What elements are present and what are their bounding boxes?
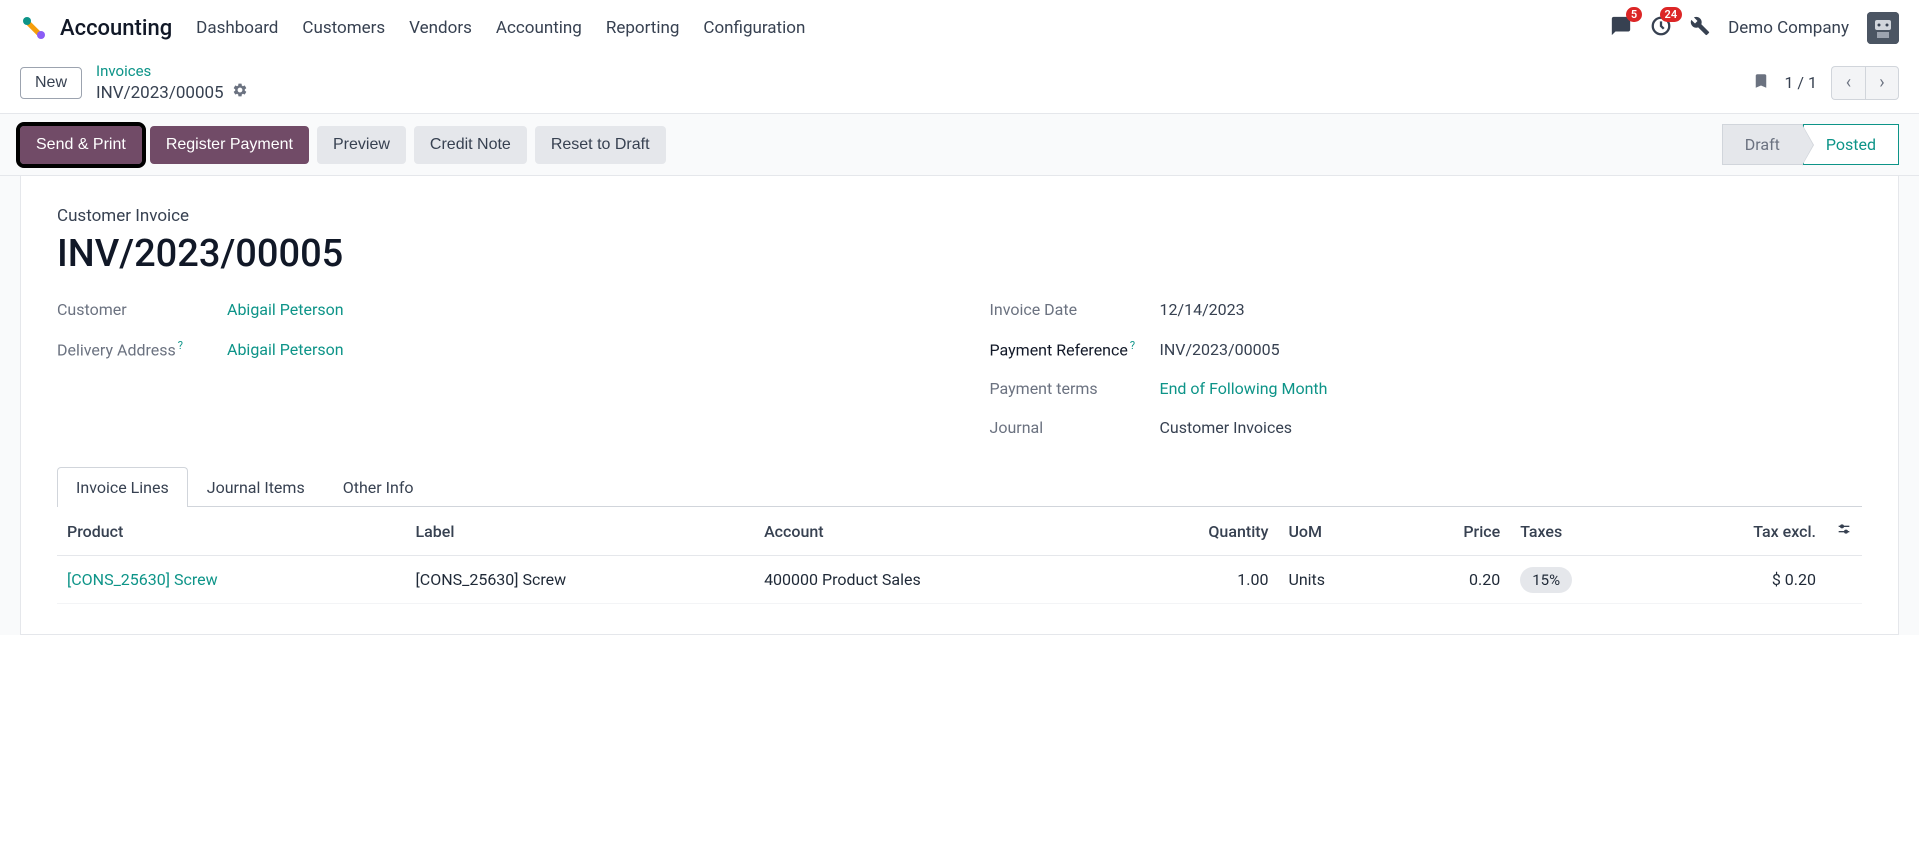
nav-links: Dashboard Customers Vendors Accounting R… [196,18,805,38]
pager-text: 1 / 1 [1784,73,1817,92]
payment-ref-label: Payment Reference? [990,339,1160,359]
nav-link-vendors[interactable]: Vendors [409,18,472,38]
app-logo[interactable] [20,14,48,42]
breadcrumb-current: INV/2023/00005 [96,82,248,103]
top-nav: Accounting Dashboard Customers Vendors A… [0,0,1919,56]
cell-price: 0.20 [1394,556,1510,604]
tab-other-info[interactable]: Other Info [324,467,433,507]
preview-button[interactable]: Preview [317,126,406,164]
user-avatar[interactable] [1867,12,1899,44]
action-bar: Send & Print Register Payment Preview Cr… [0,114,1919,176]
pager-next-button[interactable]: › [1865,66,1899,100]
invoice-date-value: 12/14/2023 [1160,300,1245,319]
payment-terms-label: Payment terms [990,379,1160,398]
document-title: INV/2023/00005 [57,232,1862,276]
customer-value[interactable]: Abigail Peterson [227,300,344,319]
nav-link-customers[interactable]: Customers [302,18,385,38]
invoice-lines-table: Product Label Account Quantity UoM Price… [57,507,1862,604]
messages-icon[interactable]: 5 [1610,15,1632,41]
help-icon[interactable]: ? [178,339,183,352]
payment-terms-value[interactable]: End of Following Month [1160,379,1328,398]
breadcrumb: Invoices INV/2023/00005 [96,62,248,103]
nav-link-dashboard[interactable]: Dashboard [196,18,278,38]
table-header-row: Product Label Account Quantity UoM Price… [57,507,1862,556]
breadcrumb-current-text: INV/2023/00005 [96,83,224,103]
nav-link-accounting[interactable]: Accounting [496,18,582,38]
form-grid: Customer Abigail Peterson Delivery Addre… [57,300,1862,437]
table-row[interactable]: [CONS_25630] Screw [CONS_25630] Screw 40… [57,556,1862,604]
breadcrumb-right: 1 / 1 ‹ › [1752,66,1899,100]
messages-badge: 5 [1626,7,1642,22]
nav-link-reporting[interactable]: Reporting [606,18,680,38]
tax-pill: 15% [1520,567,1572,593]
status-bar: Draft Posted [1722,124,1899,165]
tab-journal-items[interactable]: Journal Items [188,467,324,507]
bookmark-icon[interactable] [1752,70,1770,96]
app-name[interactable]: Accounting [60,16,172,41]
cell-uom: Units [1278,556,1394,604]
th-settings[interactable] [1826,507,1862,556]
pager-prev-button[interactable]: ‹ [1831,66,1865,100]
reset-draft-button[interactable]: Reset to Draft [535,126,666,164]
register-payment-button[interactable]: Register Payment [150,126,309,164]
gear-icon[interactable] [232,82,248,103]
payment-ref-value: INV/2023/00005 [1160,340,1280,359]
th-product: Product [57,507,406,556]
activities-badge: 24 [1660,7,1683,22]
cell-label: [CONS_25630] Screw [406,556,755,604]
journal-label: Journal [990,418,1160,437]
send-print-button[interactable]: Send & Print [20,126,142,164]
th-taxes: Taxes [1510,507,1657,556]
document-type: Customer Invoice [57,206,1862,226]
journal-value: Customer Invoices [1160,418,1293,437]
delivery-value[interactable]: Abigail Peterson [227,340,344,359]
form-sheet: Customer Invoice INV/2023/00005 Customer… [20,176,1899,635]
cell-product[interactable]: [CONS_25630] Screw [67,570,218,589]
status-draft[interactable]: Draft [1722,124,1803,165]
activities-icon[interactable]: 24 [1650,15,1672,41]
chevron-right-icon: › [1879,72,1884,93]
company-name[interactable]: Demo Company [1728,18,1849,38]
th-quantity: Quantity [1115,507,1278,556]
status-posted[interactable]: Posted [1803,124,1899,165]
chevron-left-icon: ‹ [1846,72,1851,93]
tab-invoice-lines[interactable]: Invoice Lines [57,467,188,507]
credit-note-button[interactable]: Credit Note [414,126,527,164]
content-wrap: Send & Print Register Payment Preview Cr… [0,113,1919,635]
tabs: Invoice Lines Journal Items Other Info [57,467,1862,507]
tools-icon[interactable] [1690,16,1710,40]
nav-right: 5 24 Demo Company [1610,12,1899,44]
th-uom: UoM [1278,507,1394,556]
delivery-label: Delivery Address? [57,339,227,359]
help-icon[interactable]: ? [1130,339,1135,352]
pager-buttons: ‹ › [1831,66,1899,100]
cell-taxes: 15% [1510,556,1657,604]
invoice-date-label: Invoice Date [990,300,1160,319]
th-price: Price [1394,507,1510,556]
nav-link-configuration[interactable]: Configuration [703,18,805,38]
breadcrumb-parent[interactable]: Invoices [96,62,248,80]
cell-account: 400000 Product Sales [754,556,1115,604]
th-label: Label [406,507,755,556]
cell-tax-excl: $ 0.20 [1657,556,1826,604]
new-button[interactable]: New [20,67,82,99]
customer-label: Customer [57,300,227,319]
th-tax-excl: Tax excl. [1657,507,1826,556]
breadcrumb-row: New Invoices INV/2023/00005 1 / 1 ‹ › [0,56,1919,113]
th-account: Account [754,507,1115,556]
cell-quantity: 1.00 [1115,556,1278,604]
